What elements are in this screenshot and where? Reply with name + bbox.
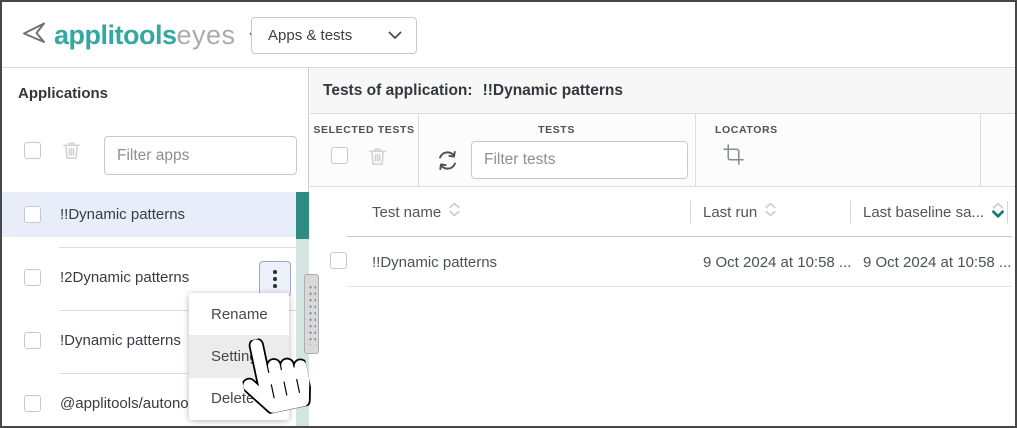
sort-icon[interactable]: [764, 202, 777, 222]
app-context-menu: Rename Settings Delete: [189, 293, 289, 420]
delete-apps-trash-icon[interactable]: [60, 139, 83, 167]
logo-product-text: eyes: [177, 20, 236, 51]
column-divider: [1007, 201, 1008, 223]
sidebar-title: Applications: [18, 85, 108, 102]
menu-item-rename[interactable]: Rename: [189, 293, 289, 335]
app-item-menu-button[interactable]: [259, 261, 291, 297]
selected-tests-section: SELECTED TESTS: [310, 114, 418, 186]
column-header-last-run[interactable]: Last run: [703, 187, 777, 237]
list-separator: [59, 247, 296, 248]
tests-table-header: Test name Last run Last baseline sa.: [310, 187, 1015, 237]
tests-toolbar: SELECTED TESTS TESTS: [310, 114, 1015, 187]
app-label: !2Dynamic patterns: [60, 269, 189, 286]
menu-item-delete[interactable]: Delete: [189, 378, 289, 420]
row-underline: [347, 286, 1012, 287]
apps-and-tests-dropdown[interactable]: Apps & tests: [251, 17, 417, 54]
refresh-icon[interactable]: [434, 147, 461, 179]
tests-label: TESTS: [418, 124, 695, 136]
locators-section: LOCATORS: [695, 114, 980, 186]
app-list-item[interactable]: !!Dynamic patterns: [2, 192, 296, 237]
sort-icon[interactable]: [448, 202, 461, 222]
tests-header-app-name: !!Dynamic patterns: [483, 82, 623, 100]
cell-last-run: 9 Oct 2024 at 10:58 ...: [703, 237, 851, 287]
kebab-dot: [273, 270, 277, 274]
chevron-down-icon: [388, 27, 402, 45]
logo-brand-text: applitools: [54, 20, 177, 51]
app-window: applitools eyes ▾ Apps & tests Applicati…: [0, 0, 1017, 428]
sidebar-scrollbar-thumb[interactable]: [296, 192, 309, 239]
column-label: Test name: [372, 204, 441, 221]
applitools-eye-icon: [20, 20, 54, 51]
app-checkbox[interactable]: [24, 206, 41, 223]
filter-tests-input[interactable]: [471, 141, 688, 179]
toolbar-divider: [980, 114, 981, 186]
app-label: @applitools/autonom: [60, 395, 201, 412]
sort-icon-active[interactable]: [991, 202, 1005, 223]
cell-test-name[interactable]: !!Dynamic patterns: [372, 237, 497, 287]
selected-tests-label: SELECTED TESTS: [310, 124, 418, 136]
filter-apps-input[interactable]: [104, 136, 297, 175]
locators-label: LOCATORS: [715, 124, 778, 136]
menu-item-settings[interactable]: Settings: [189, 335, 289, 377]
app-checkbox[interactable]: [24, 269, 41, 286]
tests-panel: Tests of application: !!Dynamic patterns…: [310, 68, 1015, 426]
column-divider: [690, 201, 691, 223]
locators-crop-icon[interactable]: [722, 143, 745, 171]
kebab-dot: [273, 284, 277, 288]
cell-last-baseline-saved: 9 Oct 2024 at 10:58 ...: [863, 237, 1011, 287]
delete-tests-trash-icon[interactable]: [366, 145, 389, 173]
resize-grip-dots-icon: [307, 283, 316, 345]
applitools-logo[interactable]: applitools eyes ▾: [20, 2, 256, 68]
column-label: Last run: [703, 204, 757, 221]
panel-resize-handle[interactable]: [304, 274, 319, 354]
app-label: !!Dynamic patterns: [60, 206, 185, 223]
column-header-test-name[interactable]: Test name: [372, 187, 461, 237]
apps-and-tests-dropdown-label: Apps & tests: [268, 27, 352, 44]
test-row-checkbox[interactable]: [330, 252, 347, 269]
app-checkbox[interactable]: [24, 332, 41, 349]
kebab-dot: [273, 277, 277, 281]
table-row[interactable]: !!Dynamic patterns 9 Oct 2024 at 10:58 .…: [310, 237, 1015, 287]
topbar: applitools eyes ▾ Apps & tests: [2, 2, 1015, 68]
column-label: Last baseline sa...: [863, 204, 984, 221]
tests-panel-header: Tests of application: !!Dynamic patterns: [310, 68, 1015, 114]
app-label: !Dynamic patterns: [60, 332, 181, 349]
tests-header-label: Tests of application:: [323, 82, 473, 100]
select-all-tests-checkbox[interactable]: [331, 147, 348, 164]
tests-section: TESTS: [418, 114, 695, 186]
column-header-last-baseline-saved[interactable]: Last baseline sa...: [863, 187, 1005, 237]
column-divider: [850, 201, 851, 223]
select-all-apps-checkbox[interactable]: [24, 142, 41, 159]
app-checkbox[interactable]: [24, 395, 41, 412]
